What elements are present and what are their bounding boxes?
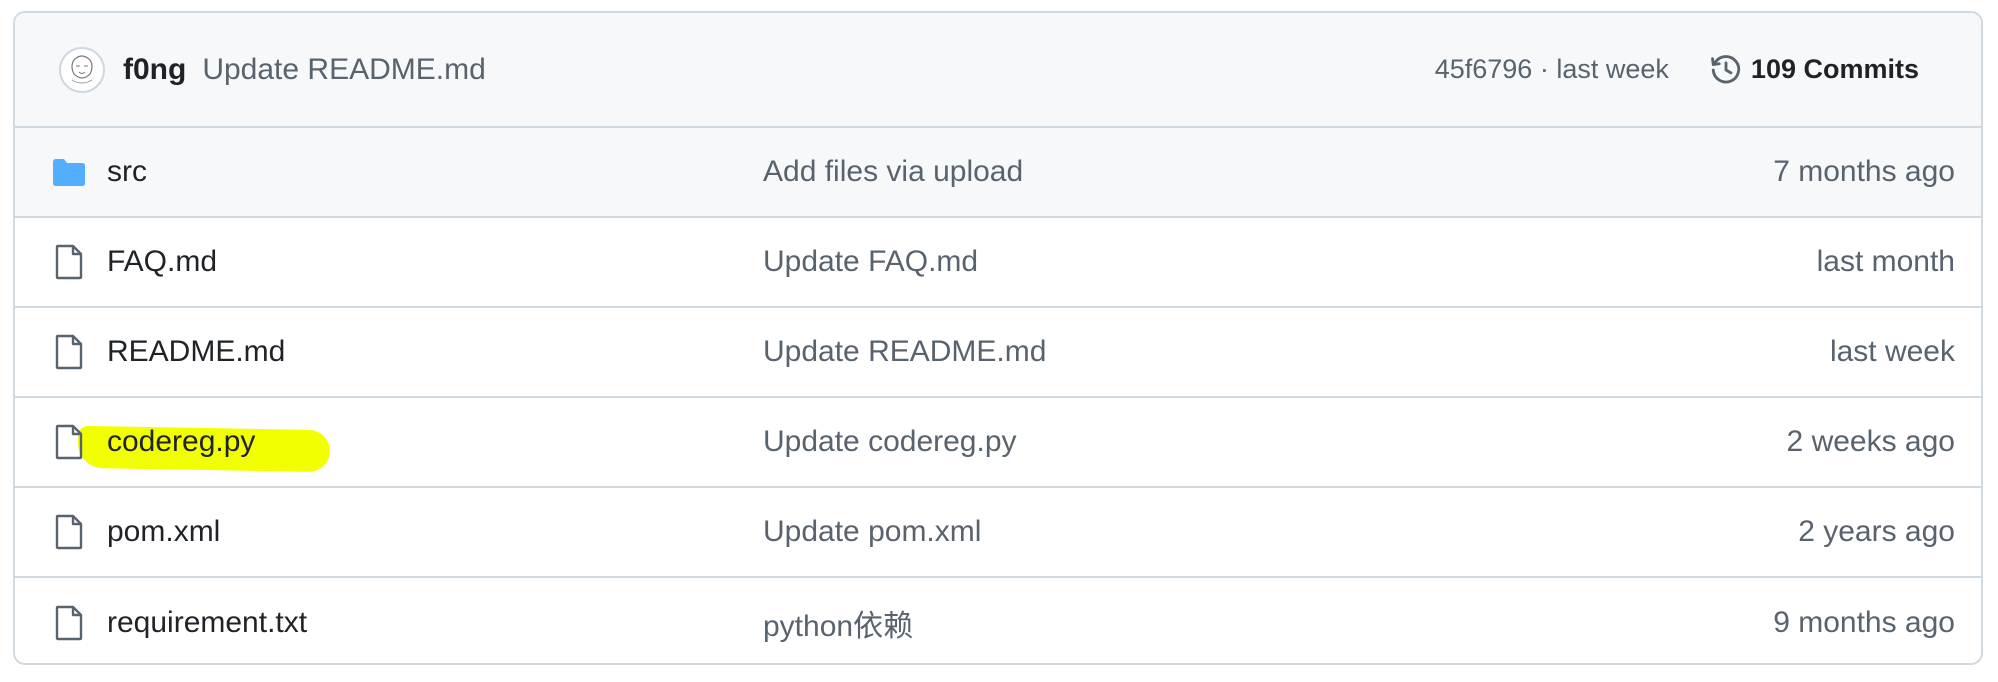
file-icon	[50, 604, 88, 642]
file-commit-message[interactable]: python依赖	[763, 601, 1655, 645]
file-age: last month	[1816, 245, 1955, 278]
file-name[interactable]: codereg.py	[107, 425, 763, 459]
commit-time: last week	[1556, 54, 1669, 84]
file-name[interactable]: README.md	[107, 335, 763, 369]
commits-count: 109 Commits	[1750, 54, 1919, 84]
avatar-sketch-icon	[71, 54, 93, 83]
avatar[interactable]	[59, 46, 105, 93]
file-row-faq[interactable]: FAQ.md Update FAQ.md last month	[15, 218, 1981, 308]
file-age: 9 months ago	[1773, 606, 1955, 639]
file-row-pom[interactable]: pom.xml Update pom.xml 2 years ago	[15, 488, 1981, 578]
file-row-readme[interactable]: README.md Update README.md last week	[15, 308, 1981, 398]
file-icon	[50, 243, 88, 281]
file-commit-message[interactable]: Update pom.xml	[763, 515, 1655, 549]
file-icon	[50, 423, 88, 461]
latest-commit-message[interactable]: Update README.md	[202, 53, 1434, 87]
file-commit-message[interactable]: Add files via upload	[763, 155, 1655, 189]
file-commit-message[interactable]: Update codereg.py	[763, 425, 1655, 459]
file-table: f0ng Update README.md 45f6796 · last wee…	[13, 11, 1983, 665]
file-age: last week	[1829, 335, 1955, 368]
file-row-requirement[interactable]: requirement.txt python依赖 9 months ago	[15, 578, 1981, 663]
file-icon	[50, 333, 88, 371]
file-age: 7 months ago	[1773, 155, 1955, 188]
file-age: 2 weeks ago	[1786, 425, 1955, 458]
file-age: 2 years ago	[1798, 515, 1955, 548]
file-commit-message[interactable]: Update FAQ.md	[763, 245, 1655, 279]
file-name[interactable]: src	[107, 155, 763, 189]
commits-history-link[interactable]: 109 Commits	[1709, 53, 1919, 87]
file-row-src[interactable]: src Add files via upload 7 months ago	[15, 128, 1981, 218]
commit-separator: ·	[1539, 54, 1549, 84]
file-name[interactable]: pom.xml	[107, 515, 763, 549]
history-icon	[1711, 54, 1741, 83]
file-row-codereg[interactable]: codereg.py Update codereg.py 2 weeks ago	[15, 398, 1981, 488]
file-commit-message[interactable]: Update README.md	[763, 335, 1655, 369]
file-icon	[50, 513, 88, 551]
latest-commit-bar: f0ng Update README.md 45f6796 · last wee…	[15, 13, 1981, 128]
folder-icon	[50, 153, 88, 191]
file-name[interactable]: requirement.txt	[107, 606, 763, 640]
file-name[interactable]: FAQ.md	[107, 245, 763, 279]
commit-author[interactable]: f0ng	[123, 53, 186, 87]
commit-meta: 45f6796 · last week	[1435, 54, 1669, 85]
commit-hash[interactable]: 45f6796	[1435, 54, 1533, 84]
